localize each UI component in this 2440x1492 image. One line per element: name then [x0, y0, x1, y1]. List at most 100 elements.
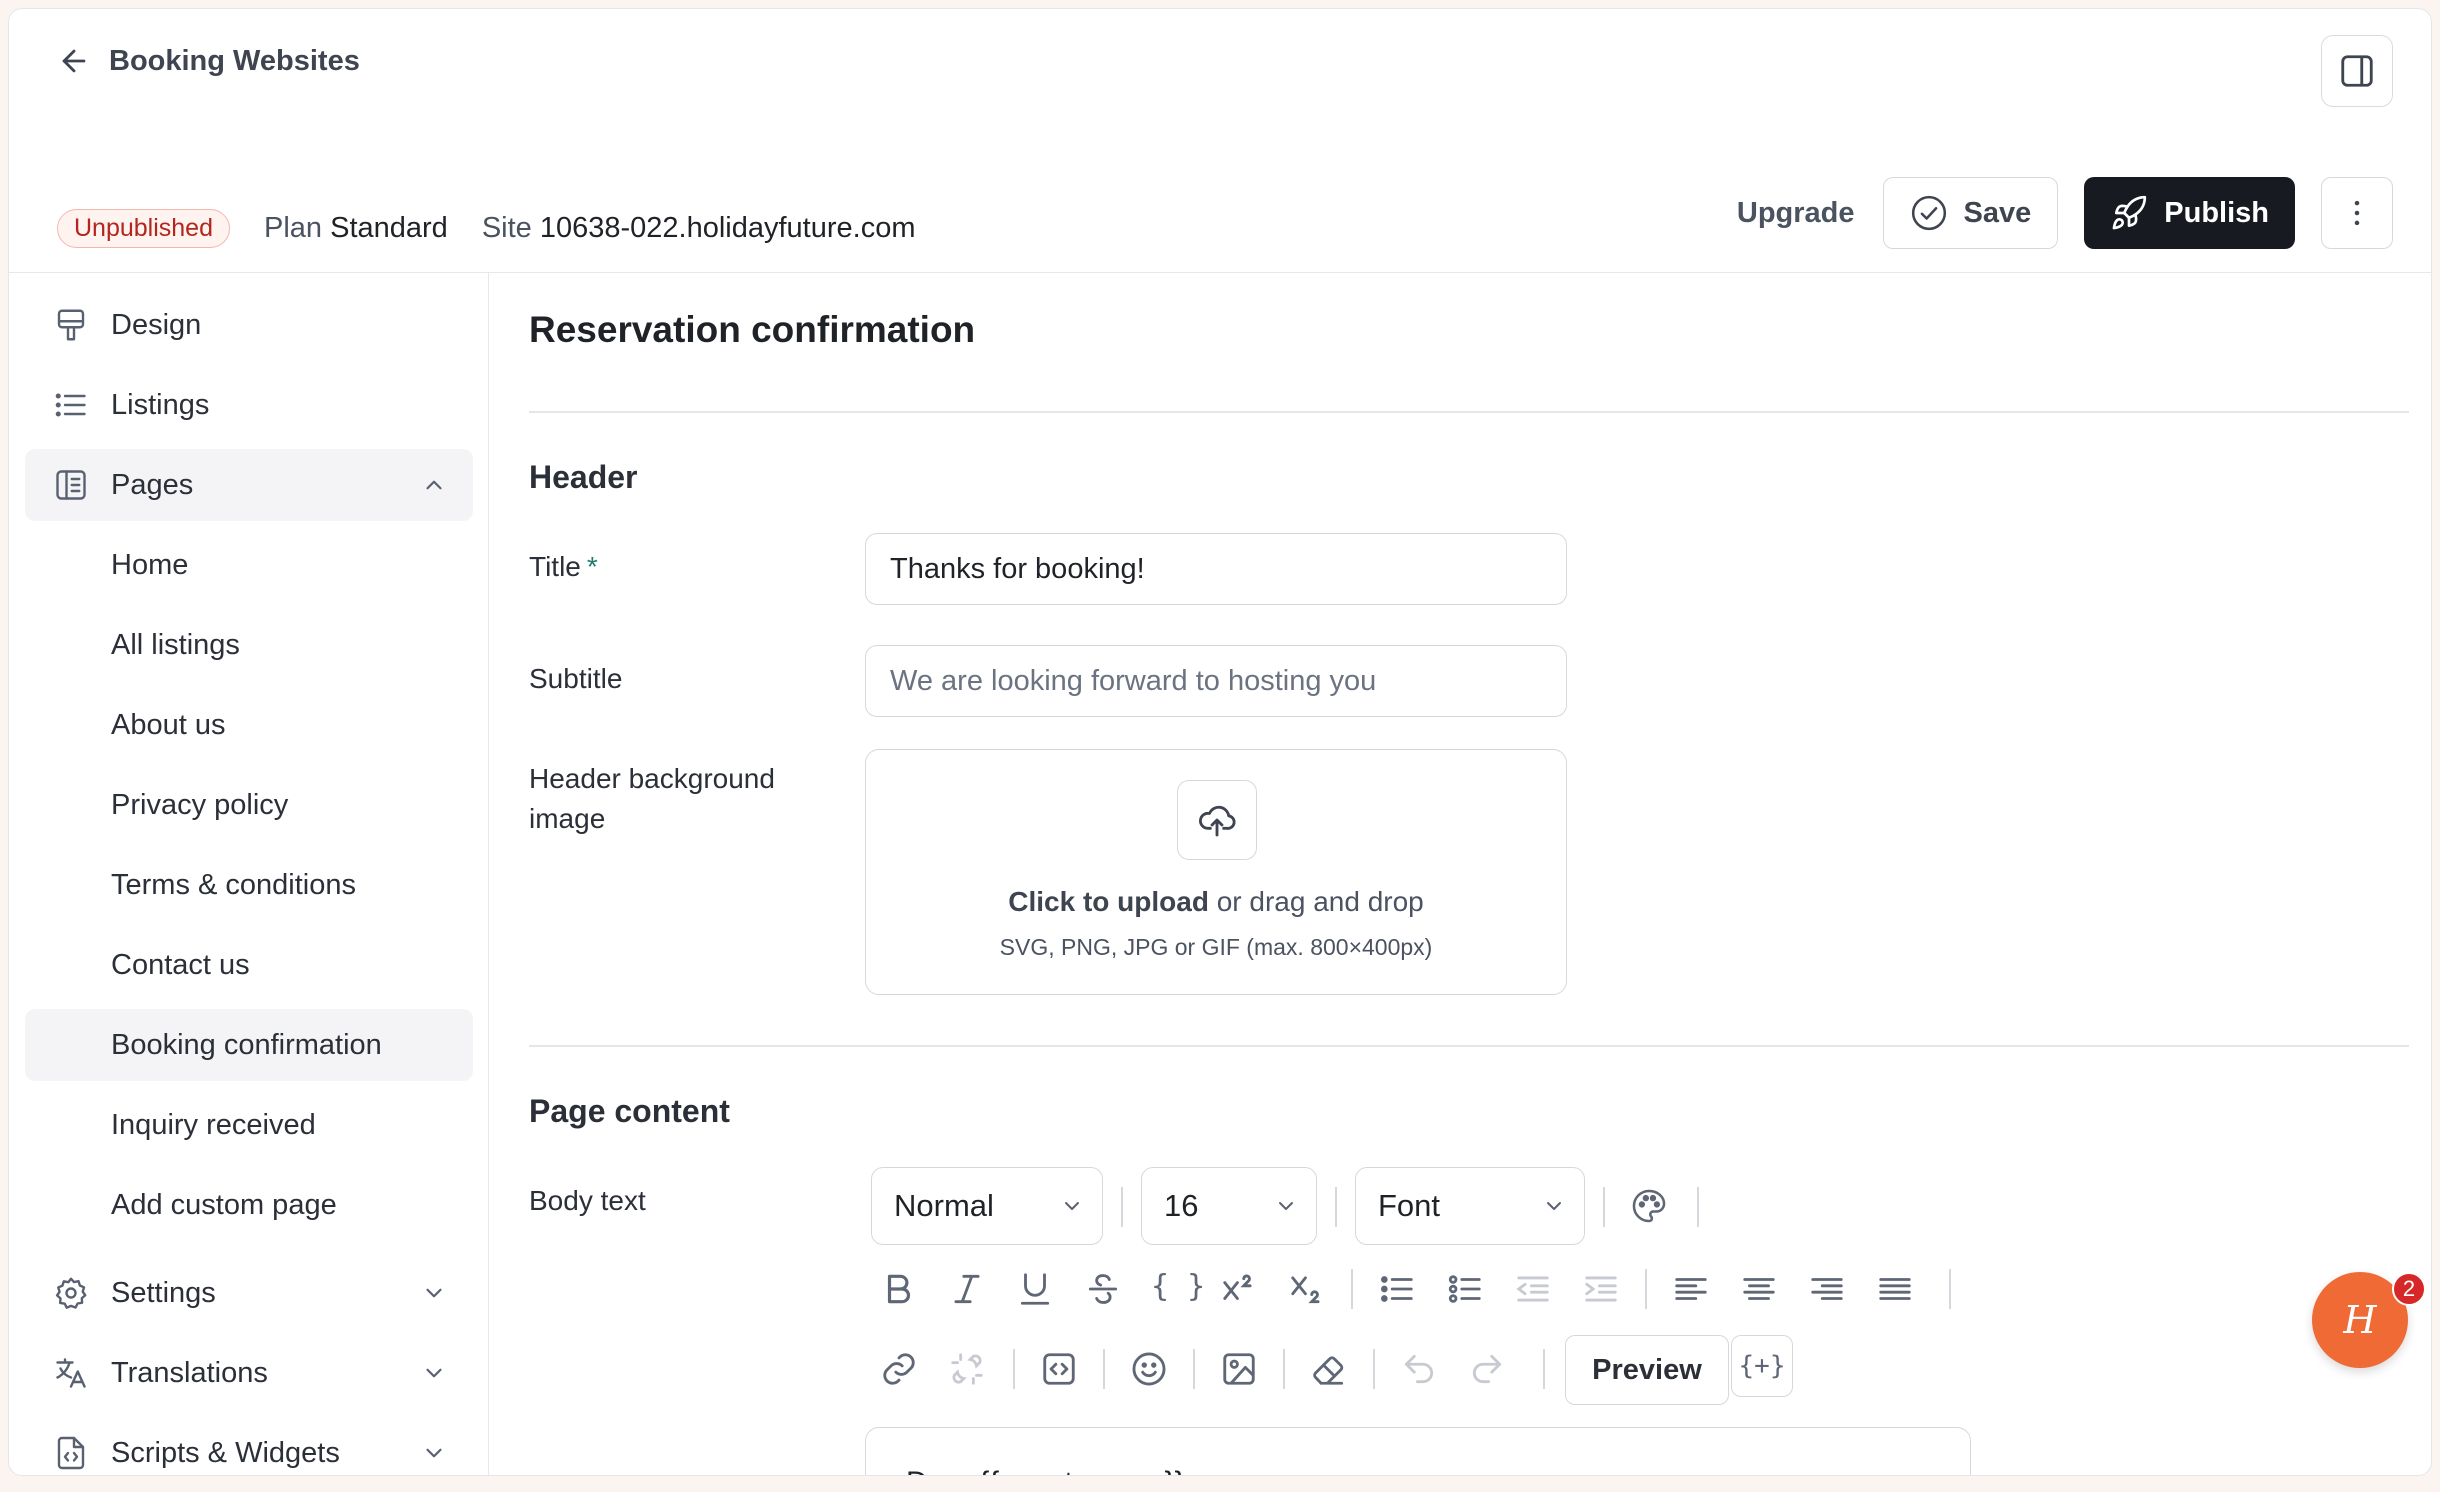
chevron-down-icon	[426, 1288, 442, 1298]
site-url[interactable]: 10638-022.holidayfuture.com	[540, 212, 916, 244]
page-title: Reservation confirmation	[529, 309, 976, 350]
panel-toggle-button[interactable]	[2321, 35, 2393, 107]
sidebar-item-settings[interactable]: Settings	[25, 1257, 473, 1329]
sidebar-item-listings[interactable]: Listings	[25, 369, 473, 441]
font-size-select[interactable]: 16	[1141, 1167, 1317, 1245]
toolbar-separator	[1013, 1349, 1015, 1389]
numbered-list-icon	[1448, 1275, 1481, 1303]
align-justify-icon	[1879, 1278, 1911, 1300]
upload-button[interactable]	[1177, 780, 1257, 860]
bullet-list-button[interactable]	[1375, 1267, 1419, 1311]
translate-icon	[56, 1358, 86, 1388]
chevron-down-icon	[1279, 1202, 1293, 1210]
sidebar-subitem-privacy-policy[interactable]: Privacy policy	[25, 769, 473, 841]
header-bg-label-line2: image	[529, 803, 606, 834]
sidebar-subitem-booking-confirmation[interactable]: Booking confirmation	[25, 1009, 473, 1081]
indent-button[interactable]	[1579, 1267, 1623, 1311]
plan-info: Plan Standard	[264, 212, 448, 245]
code-square-icon	[1043, 1353, 1075, 1385]
check-circle-icon	[1911, 195, 1946, 231]
text-style-value: Normal	[894, 1188, 994, 1223]
align-justify-button[interactable]	[1873, 1267, 1917, 1311]
embed-code-button[interactable]	[1037, 1347, 1081, 1391]
list-icon	[55, 393, 86, 417]
site-info: Site 10638-022.holidayfuture.com	[482, 212, 916, 245]
clear-format-button[interactable]	[1307, 1347, 1351, 1391]
palette-icon	[1632, 1189, 1666, 1223]
file-code-icon	[57, 1436, 85, 1470]
chat-notification-badge: 2	[2392, 1272, 2426, 1306]
link-button[interactable]	[877, 1347, 921, 1391]
publish-button-label: Publish	[2164, 196, 2269, 229]
chevron-down-icon	[1547, 1202, 1561, 1210]
underline-icon	[1020, 1273, 1050, 1305]
toolbar-separator	[1193, 1349, 1195, 1389]
align-left-button[interactable]	[1669, 1267, 1713, 1311]
plan-value: Standard	[330, 212, 448, 244]
divider	[529, 1045, 2409, 1047]
bold-button[interactable]	[877, 1267, 921, 1311]
italic-button[interactable]	[945, 1267, 989, 1311]
italic-icon	[954, 1274, 980, 1304]
subtitle-field-label: Subtitle	[529, 663, 623, 694]
save-button[interactable]: Save	[1882, 177, 2059, 249]
sidebar-subitem-inquiry-received[interactable]: Inquiry received	[25, 1089, 473, 1161]
link-icon	[883, 1353, 915, 1385]
sidebar-item-translations[interactable]: Translations	[25, 1337, 473, 1409]
numbered-list-button[interactable]	[1443, 1267, 1487, 1311]
more-options-button[interactable]	[2321, 177, 2393, 249]
align-center-icon	[1743, 1278, 1775, 1300]
unlink-button[interactable]	[945, 1347, 989, 1391]
outdent-button[interactable]	[1511, 1267, 1555, 1311]
superscript-button[interactable]	[1217, 1267, 1261, 1311]
redo-button[interactable]	[1465, 1347, 1509, 1391]
section-heading-header: Header	[529, 459, 638, 495]
sidebar-subitem-home[interactable]: Home	[25, 529, 473, 601]
preview-button[interactable]: Preview	[1565, 1335, 1729, 1405]
sidebar-subitem-terms[interactable]: Terms & conditions	[25, 849, 473, 921]
sidebar-subitem-all-listings[interactable]: All listings	[25, 609, 473, 681]
underline-button[interactable]	[1013, 1267, 1057, 1311]
chevron-down-icon	[1065, 1202, 1079, 1210]
undo-button[interactable]	[1397, 1347, 1441, 1391]
align-center-button[interactable]	[1737, 1267, 1781, 1311]
upload-click-text: Click to upload	[1008, 886, 1209, 917]
sidebar-item-design[interactable]: Design	[25, 289, 473, 361]
toolbar-separator	[1121, 1187, 1123, 1227]
sidebar-subitem-about-us[interactable]: About us	[25, 689, 473, 761]
upgrade-button[interactable]: Upgrade	[1737, 197, 1855, 230]
text-color-button[interactable]	[1627, 1184, 1671, 1228]
top-header: Booking Websites Unpublished Plan Standa…	[9, 9, 2431, 273]
body-text-label: Body text	[529, 1185, 646, 1216]
code-button[interactable]: { }	[1151, 1269, 1205, 1304]
insert-image-button[interactable]	[1217, 1347, 1261, 1391]
chevron-down-icon	[426, 1368, 442, 1378]
toolbar-separator	[1103, 1349, 1105, 1389]
body-text-editor[interactable]: Dear {{guest_name}},	[865, 1427, 1971, 1475]
subscript-button[interactable]	[1285, 1267, 1329, 1311]
back-link[interactable]: Booking Websites	[57, 39, 360, 83]
publish-button[interactable]: Publish	[2084, 177, 2295, 249]
sidebar-item-label: Scripts & Widgets	[111, 1436, 340, 1469]
sidebar-item-scripts-widgets[interactable]: Scripts & Widgets	[25, 1417, 473, 1475]
sidebar-subitem-add-custom-page[interactable]: Add custom page	[25, 1169, 473, 1241]
sidebar-item-label: Design	[111, 308, 202, 341]
sidebar-subitem-contact-us[interactable]: Contact us	[25, 929, 473, 1001]
site-meta: Unpublished Plan Standard Site 10638-022…	[57, 209, 916, 248]
section-heading-page-content: Page content	[529, 1093, 730, 1129]
subtitle-input[interactable]: We are looking forward to hosting you	[865, 645, 1567, 717]
more-vertical-icon	[2354, 200, 2360, 226]
align-right-button[interactable]	[1805, 1267, 1849, 1311]
font-family-select[interactable]: Font	[1355, 1167, 1585, 1245]
sidebar-item-pages[interactable]: Pages	[25, 449, 473, 521]
emoji-button[interactable]	[1127, 1347, 1171, 1391]
sidebar: Design Listings Pages Home All listings …	[9, 273, 489, 1475]
toolbar-separator	[1603, 1187, 1605, 1227]
upload-drag-text: or drag and drop	[1208, 886, 1424, 917]
image-upload-dropzone[interactable]: Click to upload or drag and drop SVG, PN…	[865, 749, 1567, 995]
sidebar-item-label: Listings	[111, 388, 210, 421]
title-input[interactable]: Thanks for booking!	[865, 533, 1567, 605]
insert-variable-button[interactable]: {+}	[1731, 1335, 1793, 1397]
text-style-select[interactable]: Normal	[871, 1167, 1103, 1245]
strikethrough-button[interactable]	[1081, 1267, 1125, 1311]
